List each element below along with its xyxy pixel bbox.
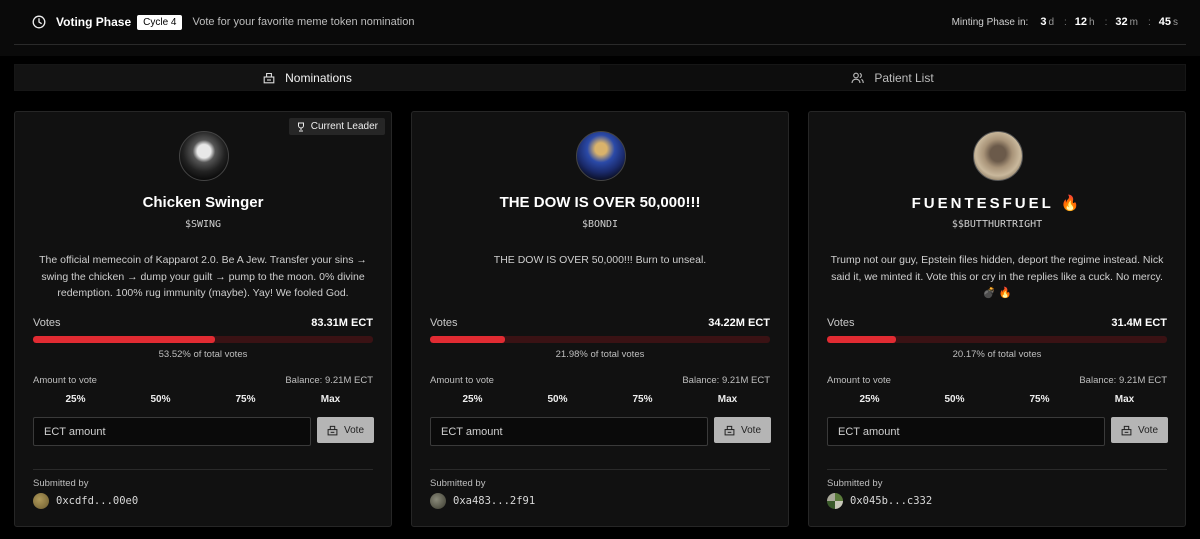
countdown-hours: 12 h [1074, 16, 1095, 28]
divider [827, 469, 1167, 470]
divider [430, 469, 770, 470]
quick-25-button[interactable]: 25% [430, 394, 515, 405]
quick-25-button[interactable]: 25% [33, 394, 118, 405]
vote-button[interactable]: Vote [714, 417, 771, 443]
phase-title: Voting Phase [56, 15, 132, 29]
top-bar: Voting Phase Cycle 4 Vote for your favor… [0, 0, 1200, 56]
votes-value: 31.4M ECT [1111, 317, 1167, 329]
amount-label: Amount to vote [33, 375, 97, 386]
nomination-card: THE DOW IS OVER 50,000!!! $BONDI THE DOW… [411, 111, 789, 527]
token-avatar [973, 131, 1023, 181]
submitter-avatar [430, 493, 446, 509]
balance: Balance: 9.21M ECT [1079, 375, 1167, 386]
votes-label: Votes [827, 317, 855, 329]
token-name: FUENTESFUEL 🔥 [911, 195, 1083, 212]
minting-countdown-label: Minting Phase in: [951, 16, 1029, 28]
vote-progress-fill [827, 336, 896, 343]
token-name: THE DOW IS OVER 50,000!!! [499, 194, 701, 211]
token-ticker: $BONDI [581, 219, 619, 230]
quick-amount-row: 25% 50% 75% Max [33, 394, 373, 405]
ballot-box-icon [1121, 425, 1138, 436]
submitter: 0x045b...c332 [827, 493, 932, 509]
countdown-seconds: 45 s [1158, 16, 1178, 28]
phase-subtitle: Vote for your favorite meme token nomina… [192, 16, 415, 28]
vote-button[interactable]: Vote [317, 417, 374, 443]
submitted-by-label: Submitted by [430, 478, 486, 489]
ballot-box-icon [724, 425, 741, 436]
submitter-address[interactable]: 0xcdfd...00e0 [56, 495, 138, 507]
tab-nominations[interactable]: Nominations [15, 65, 600, 90]
users-icon [851, 72, 874, 84]
submitter: 0xa483...2f91 [430, 493, 535, 509]
vote-progress-fill [33, 336, 215, 343]
votes-label: Votes [33, 317, 61, 329]
nomination-card: Current Leader Chicken Swinger $SWING Th… [14, 111, 392, 527]
quick-max-button[interactable]: Max [1082, 394, 1167, 405]
nomination-card: FUENTESFUEL 🔥 $$BUTTHURTRIGHT Trump not … [808, 111, 1186, 527]
ballot-box-icon [327, 425, 344, 436]
submitter-address[interactable]: 0xa483...2f91 [453, 495, 535, 507]
vote-percentage: 53.52% of total votes [158, 349, 248, 360]
ect-amount-input[interactable] [33, 417, 311, 446]
tab-bar: Nominations Patient List [14, 64, 1186, 91]
tab-label: Patient List [874, 70, 934, 85]
countdown-minutes: 32 m [1115, 16, 1138, 28]
submitter-avatar [33, 493, 49, 509]
countdown-days: 3d [1040, 16, 1054, 28]
token-description: The official memecoin of Kapparot 2.0. B… [39, 254, 367, 299]
submitter-address[interactable]: 0x045b...c332 [850, 495, 932, 507]
balance: Balance: 9.21M ECT [682, 375, 770, 386]
quick-amount-row: 25% 50% 75% Max [430, 394, 770, 405]
vote-progress-fill [430, 336, 505, 343]
token-ticker: $SWING [184, 219, 222, 230]
token-description: Trump not our guy, Epstein files hidden,… [830, 254, 1164, 299]
vote-button[interactable]: Vote [1111, 417, 1168, 443]
token-name: Chicken Swinger [142, 194, 264, 211]
token-avatar [576, 131, 626, 181]
amount-label: Amount to vote [827, 375, 891, 386]
amount-label: Amount to vote [430, 375, 494, 386]
vote-progress-bar [33, 336, 373, 343]
votes-label: Votes [430, 317, 458, 329]
vote-percentage: 21.98% of total votes [555, 349, 645, 360]
current-leader-badge: Current Leader [288, 118, 385, 135]
tab-label: Nominations [285, 70, 352, 85]
divider [33, 469, 373, 470]
quick-max-button[interactable]: Max [288, 394, 373, 405]
submitted-by-label: Submitted by [827, 478, 883, 489]
balance: Balance: 9.21M ECT [285, 375, 373, 386]
votes-value: 83.31M ECT [311, 317, 373, 329]
quick-75-button[interactable]: 75% [997, 394, 1082, 405]
quick-75-button[interactable]: 75% [203, 394, 288, 405]
token-avatar [179, 131, 229, 181]
vote-progress-bar [827, 336, 1167, 343]
vote-percentage: 20.17% of total votes [952, 349, 1042, 360]
submitter: 0xcdfd...00e0 [33, 493, 138, 509]
quick-50-button[interactable]: 50% [118, 394, 203, 405]
token-description: THE DOW IS OVER 50,000!!! Burn to unseal… [493, 254, 707, 266]
ect-amount-input[interactable] [430, 417, 708, 446]
token-ticker: $$BUTTHURTRIGHT [951, 219, 1043, 230]
tab-patient-list[interactable]: Patient List [600, 65, 1185, 90]
cycle-badge: Cycle 4 [137, 14, 183, 30]
submitter-avatar [827, 493, 843, 509]
clock-icon [32, 15, 46, 29]
votes-value: 34.22M ECT [708, 317, 770, 329]
ballot-box-icon [263, 72, 285, 84]
ect-amount-input[interactable] [827, 417, 1105, 446]
vote-progress-bar [430, 336, 770, 343]
quick-25-button[interactable]: 25% [827, 394, 912, 405]
quick-50-button[interactable]: 50% [515, 394, 600, 405]
quick-amount-row: 25% 50% 75% Max [827, 394, 1167, 405]
quick-max-button[interactable]: Max [685, 394, 770, 405]
submitted-by-label: Submitted by [33, 478, 89, 489]
voting-phase-header: Voting Phase Cycle 4 Vote for your favor… [14, 0, 1186, 45]
quick-50-button[interactable]: 50% [912, 394, 997, 405]
trophy-icon [296, 122, 311, 132]
quick-75-button[interactable]: 75% [600, 394, 685, 405]
